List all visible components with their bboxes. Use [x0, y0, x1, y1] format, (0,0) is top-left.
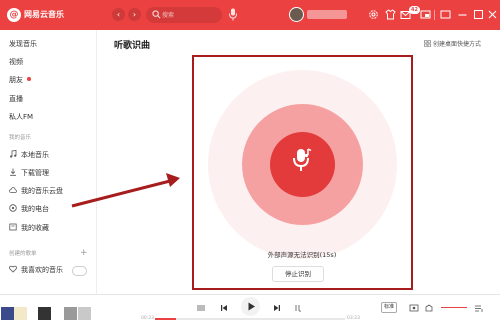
previous-icon[interactable]: [219, 303, 229, 313]
forward-icon: ›: [132, 10, 137, 19]
sidebar-item-label: 我喜欢的音乐: [21, 266, 63, 274]
create-shortcut-link[interactable]: 创建桌面快捷方式: [424, 40, 481, 50]
sound-effect-icon[interactable]: [409, 303, 419, 313]
album-cover-segment: [78, 307, 91, 320]
sidebar-item-downloads[interactable]: 下载管理: [9, 168, 49, 178]
total-time: 03:23: [347, 316, 360, 321]
cloud-icon: [9, 187, 17, 193]
title-bar: @ 网易云音乐 ‹ › 42: [0, 0, 500, 30]
sidebar-item-label: 我的音乐云盘: [21, 187, 63, 195]
search-icon: [152, 10, 161, 19]
play-icon: [248, 302, 255, 311]
forward-button[interactable]: ›: [128, 8, 141, 21]
album-cover[interactable]: [1, 307, 14, 320]
album-cover-segment: [38, 307, 51, 320]
sidebar-item-video[interactable]: 视频: [9, 57, 23, 67]
window-controls-divider: [434, 10, 435, 20]
sidebar-item-collection[interactable]: 我的收藏: [9, 223, 49, 233]
message-badge: 42: [409, 6, 420, 14]
quality-button[interactable]: 标准: [381, 302, 397, 313]
mini-mode-icon[interactable]: [420, 9, 431, 20]
sidebar-item-radio[interactable]: 我的电台: [9, 204, 49, 214]
my-music-header: 我的音乐: [9, 135, 32, 141]
radio-icon: [9, 204, 17, 212]
close-icon[interactable]: [487, 9, 498, 20]
shortcut-label: 创建桌面快捷方式: [433, 41, 482, 48]
play-button[interactable]: [241, 297, 260, 316]
progress-bar[interactable]: [155, 318, 345, 320]
search-input[interactable]: [162, 9, 218, 21]
app-logo: @: [7, 8, 21, 22]
lyrics-icon[interactable]: [294, 303, 304, 313]
sidebar: 发现音乐 视频 朋友 直播 私人FM 我的音乐 本地音乐 下载管理 我的音乐云盘…: [0, 30, 97, 294]
next-icon[interactable]: [272, 303, 282, 313]
heart-icon: [9, 265, 17, 273]
album-cover-segment: [64, 307, 77, 320]
playlist-mode-icon[interactable]: [196, 303, 206, 313]
annotation-highlight-box: [192, 55, 413, 290]
sidebar-item-fm[interactable]: 私人FM: [9, 112, 33, 122]
heart-mode-button[interactable]: [72, 266, 87, 276]
sidebar-item-liked-music[interactable]: 我喜欢的音乐: [9, 265, 63, 275]
annotation-arrow: [71, 173, 180, 208]
progress-fill: [155, 318, 176, 320]
sidebar-item-local-music[interactable]: 本地音乐: [9, 150, 49, 160]
sidebar-item-cloud-drive[interactable]: 我的音乐云盘: [9, 186, 63, 196]
avatar[interactable]: [289, 7, 304, 22]
back-button[interactable]: ‹: [112, 8, 125, 21]
back-icon: ‹: [116, 10, 121, 19]
volume-slider[interactable]: [441, 307, 467, 308]
friends-notification-dot: [27, 77, 31, 81]
collection-icon: [9, 223, 17, 231]
search-box[interactable]: [146, 7, 222, 23]
settings-icon[interactable]: [368, 9, 379, 20]
sidebar-item-discover[interactable]: 发现音乐: [9, 39, 37, 49]
current-time: 00:23: [141, 316, 154, 321]
download-icon: [10, 168, 16, 176]
minimize-icon[interactable]: [440, 9, 451, 20]
sidebar-item-live[interactable]: 直播: [9, 94, 23, 104]
plus-icon[interactable]: +: [80, 249, 88, 258]
playlist-icon[interactable]: [474, 303, 484, 313]
album-cover-segment: [14, 307, 27, 320]
player-bar: 00:23 03:23 标准: [0, 294, 500, 326]
shortcut-icon: [424, 40, 431, 47]
fullscreen-icon[interactable]: [473, 9, 484, 20]
page-title: 听歌识曲: [114, 41, 151, 51]
username[interactable]: [307, 10, 347, 19]
skin-icon[interactable]: [385, 9, 396, 20]
maximize-icon[interactable]: [457, 9, 468, 20]
music-note-icon: [10, 150, 17, 158]
sidebar-item-label: 本地音乐: [21, 151, 49, 159]
sidebar-item-label: 我的电台: [21, 205, 49, 213]
sidebar-item-friends[interactable]: 朋友: [9, 75, 23, 85]
mic-icon[interactable]: [228, 8, 238, 21]
share-icon[interactable]: [424, 303, 434, 313]
created-playlists-header: 创建的歌单: [9, 251, 37, 257]
app-title: 网易云音乐: [24, 10, 64, 19]
sidebar-item-label: 下载管理: [21, 169, 49, 177]
sidebar-item-label: 我的收藏: [21, 224, 49, 232]
